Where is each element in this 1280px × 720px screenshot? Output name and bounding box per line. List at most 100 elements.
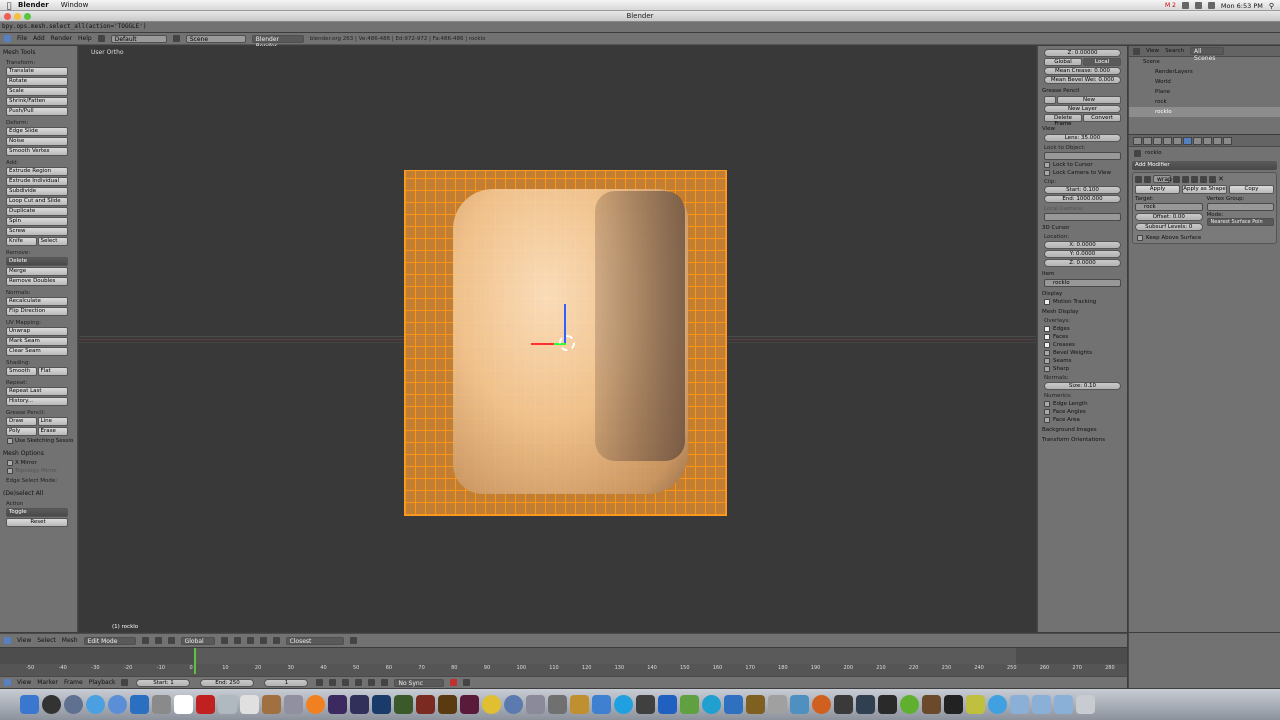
extrude-individual-button[interactable]: Extrude Individual [6,177,68,186]
checkbox-icon[interactable] [1044,401,1050,407]
keep-above-surface-check[interactable]: Keep Above Surface [1137,235,1274,241]
app-icon-16[interactable] [966,695,985,714]
checkbox-icon[interactable] [7,438,13,444]
menu-help[interactable]: Help [78,35,92,42]
app-store-icon[interactable] [130,695,149,714]
render-icon[interactable] [1182,175,1189,183]
ps-icon[interactable] [372,695,391,714]
zoom-window-icon[interactable] [24,13,31,20]
next-keyframe-icon[interactable] [368,679,376,686]
screw-button[interactable]: Screw [6,227,68,236]
textedit-icon[interactable] [240,695,259,714]
lock-to-cursor-check[interactable]: Lock to Cursor [1044,162,1123,168]
app-icon-8[interactable] [746,695,765,714]
tl-frame-menu[interactable]: Frame [64,679,83,686]
wifi-icon[interactable] [1181,2,1189,9]
realtime-icon[interactable] [1173,175,1180,183]
3d-viewport[interactable]: User Ortho (1) rocklo [79,46,1036,632]
ai-icon[interactable] [438,695,457,714]
apply-as-shape-button[interactable]: Apply as Shape [1182,185,1227,194]
gp-line-button[interactable]: Line [37,417,68,426]
vertex-group-field[interactable] [1206,203,1274,211]
new-layer-button[interactable]: New Layer [1044,105,1121,113]
subsurf-levels-field[interactable]: Subsurf Levels: 0 [1135,223,1203,231]
app-icon-15[interactable] [922,695,941,714]
trash-icon[interactable] [1076,695,1095,714]
convert-button[interactable]: Convert [1083,114,1121,122]
ae-icon[interactable] [328,695,347,714]
tab-physics[interactable] [1223,136,1232,145]
apple-icon[interactable]:  [0,1,18,10]
documents-icon[interactable] [1032,695,1051,714]
terminal-icon[interactable] [944,695,963,714]
normal-size-field[interactable]: Size: 0.10 [1044,382,1121,390]
id-icon[interactable] [460,695,479,714]
gp-poly-button[interactable]: Poly [6,427,37,436]
checkbox-icon[interactable] [1044,162,1050,168]
checkbox-icon[interactable] [1044,342,1050,348]
delete-frame-button[interactable]: Delete Frame [1044,114,1082,127]
transform-orientations-panel[interactable]: Transform Orientations [1042,437,1123,443]
add-modifier-menu[interactable]: Add Modifier [1132,161,1277,170]
chrome-icon[interactable] [482,695,501,714]
tab-constraints[interactable] [1173,136,1182,145]
render-engine-select[interactable]: Blender Render [251,34,304,50]
cursor-y-field[interactable]: Y: 0.0000 [1044,250,1121,258]
play-reverse-icon[interactable] [342,679,350,686]
item-panel[interactable]: Item [1042,271,1123,277]
tab-texture[interactable] [1213,136,1222,145]
app-icon-13[interactable] [856,695,875,714]
app-icon-7[interactable] [724,695,743,714]
menu-file[interactable]: File [17,35,27,42]
app-icon-12[interactable] [834,695,853,714]
gp-erase-button[interactable]: Erase [37,427,68,436]
view-panel[interactable]: View [1042,126,1123,132]
3d-cursor-panel[interactable]: 3D Cursor [1042,225,1123,231]
outliner-filter-select[interactable]: All Scenes [1189,47,1224,62]
display-panel[interactable]: Display [1042,291,1123,297]
recalculate-button[interactable]: Recalculate [6,297,68,306]
scale-button[interactable]: Scale [6,87,68,96]
close-icon[interactable]: ✕ [1218,175,1224,183]
smooth-shading-button[interactable]: Smooth [6,367,37,376]
photobooth-icon[interactable] [196,695,215,714]
edge-length-check[interactable]: Edge Length [1044,401,1123,407]
translate-button[interactable]: Translate [6,67,68,76]
tab-world[interactable] [1153,136,1162,145]
checkbox-icon[interactable] [7,468,13,474]
move-up-icon[interactable] [1200,175,1207,183]
lens-field[interactable]: Lens: 35.000 [1044,134,1121,142]
downloads-icon[interactable] [1054,695,1073,714]
menu-view[interactable]: View [17,637,31,644]
background-images-panel[interactable]: Background Images [1042,427,1123,433]
outliner-search-menu[interactable]: Search [1165,48,1184,54]
render-preview-icon[interactable] [349,637,357,644]
mesh-tools-title[interactable]: Mesh Tools [3,49,74,56]
app-icon-9[interactable] [768,695,787,714]
operator-title[interactable]: (De)select All [3,490,74,497]
duplicate-button[interactable]: Duplicate [6,207,68,216]
topology-mirror-check[interactable]: Topology Mirror [7,468,74,474]
copy-button[interactable]: Copy [1229,185,1274,194]
tl-playback-menu[interactable]: Playback [89,679,116,686]
lock-camera-check[interactable]: Lock Camera to View [1044,170,1123,176]
editmode-icon[interactable] [1191,175,1198,183]
app-icon-6[interactable] [702,695,721,714]
checkbox-icon[interactable] [1044,350,1050,356]
spotify-icon[interactable] [900,695,919,714]
start-frame-field[interactable]: Start: 1 [136,678,191,687]
reset-button[interactable]: Reset [6,518,68,527]
tab-object[interactable] [1163,136,1172,145]
folder-icon[interactable] [1010,695,1029,714]
app-icon-4[interactable] [658,695,677,714]
finder-icon[interactable] [20,695,39,714]
status-icon-text[interactable]: M 2 [1165,2,1176,9]
app-icon-5[interactable] [680,695,699,714]
cursor-x-field[interactable]: X: 0.0000 [1044,241,1121,249]
clip-start-field[interactable]: Start: 0.100 [1044,186,1121,194]
orientation-select[interactable]: Global [180,636,215,645]
creases-check[interactable]: Creases [1044,342,1123,348]
calendar-icon[interactable] [174,695,193,714]
utility-icon[interactable] [262,695,281,714]
unwrap-button[interactable]: Unwrap [6,327,68,336]
